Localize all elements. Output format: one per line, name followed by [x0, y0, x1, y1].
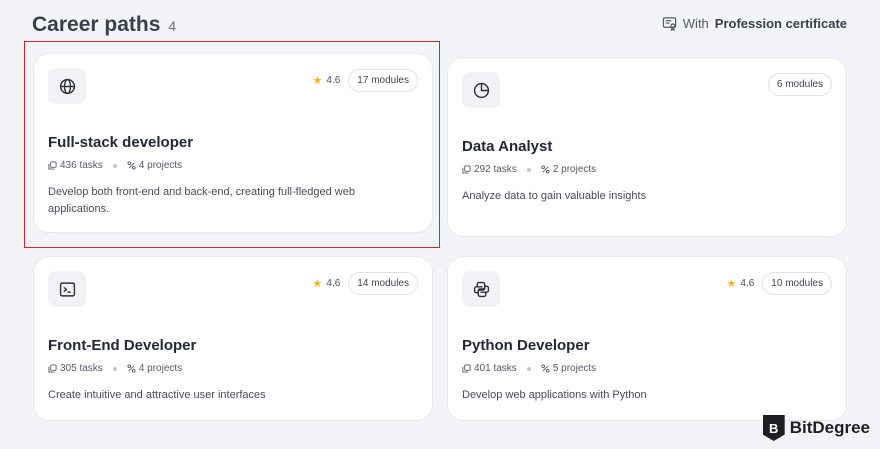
card-description: Analyze data to gain valuable insights — [462, 190, 647, 202]
star-icon: ★ — [726, 278, 737, 290]
projects-icon — [127, 364, 136, 373]
rating-value: 4.6 — [740, 278, 755, 289]
card-stats: 401 tasks 5 projects — [462, 363, 596, 374]
tasks-stat: 292 tasks — [462, 164, 517, 175]
career-card-python[interactable]: ★ 4.6 10 modules Python Developer 401 ta… — [447, 256, 847, 421]
projects-count: 2 projects — [552, 164, 597, 175]
rating-value: 4.6 — [326, 278, 341, 289]
profession-certificate-filter[interactable]: With Profession certificate — [662, 16, 847, 32]
career-card-full-stack[interactable]: ★ 4.6 17 modules Full-stack developer 43… — [33, 53, 433, 233]
card-meta: ★ 4.6 10 modules — [727, 272, 832, 295]
paths-count: 4 — [168, 18, 177, 34]
modules-badge: 6 modules — [767, 73, 832, 96]
separator-dot — [112, 163, 117, 168]
card-title: Full-stack developer — [48, 134, 194, 151]
card-description: Develop web applications with Python — [462, 389, 647, 401]
card-stats: 292 tasks 2 projects — [462, 164, 596, 175]
projects-count: 5 projects — [552, 363, 597, 374]
certificate-icon — [662, 16, 677, 32]
filter-label: Profession certificate — [714, 16, 847, 31]
tasks-icon — [48, 364, 57, 373]
rating: ★ 4.6 — [313, 74, 341, 87]
globe-icon — [48, 68, 86, 104]
tasks-icon — [48, 161, 57, 170]
tasks-stat: 436 tasks — [48, 160, 103, 171]
separator-dot — [526, 167, 531, 172]
card-stats: 436 tasks 4 projects — [48, 160, 182, 171]
projects-stat: 5 projects — [541, 363, 596, 374]
tasks-stat: 305 tasks — [48, 363, 103, 374]
projects-count: 4 projects — [138, 160, 183, 171]
star-icon: ★ — [312, 75, 323, 87]
card-description: Create intuitive and attractive user int… — [48, 389, 266, 401]
projects-icon — [541, 165, 550, 174]
card-divider — [50, 232, 416, 233]
star-icon: ★ — [312, 278, 323, 290]
rating: ★ 4.6 — [313, 277, 341, 290]
projects-stat: 4 projects — [127, 363, 182, 374]
tasks-count: 292 tasks — [474, 164, 517, 175]
card-meta: 6 modules — [767, 73, 832, 96]
python-icon — [462, 271, 500, 307]
modules-badge: 10 modules — [762, 272, 832, 295]
career-card-data-analyst[interactable]: 6 modules Data Analyst 292 tasks 2 proje… — [447, 57, 847, 237]
terminal-icon — [48, 271, 86, 307]
card-meta: ★ 4.6 17 modules — [313, 69, 418, 92]
pie-chart-icon — [462, 72, 500, 108]
modules-badge: 17 modules — [348, 69, 418, 92]
card-description: Develop both front-end and back-end, cre… — [48, 186, 355, 215]
tasks-stat: 401 tasks — [462, 363, 517, 374]
card-stats: 305 tasks 4 projects — [48, 363, 182, 374]
filter-prefix: With — [682, 16, 709, 31]
bitdegree-logo: B — [762, 415, 785, 441]
projects-stat: 2 projects — [541, 164, 596, 175]
brand-name: BitDegree — [789, 418, 870, 437]
projects-icon — [127, 161, 136, 170]
separator-dot — [112, 366, 117, 371]
page-title-text: Career paths — [32, 13, 161, 36]
card-title: Front-End Developer — [48, 337, 197, 354]
projects-icon — [541, 364, 550, 373]
tasks-icon — [462, 165, 471, 174]
rating: ★ 4.6 — [727, 277, 755, 290]
rating-value: 4.6 — [326, 75, 341, 86]
bitdegree-watermark: B BitDegree — [762, 415, 870, 441]
separator-dot — [526, 366, 531, 371]
tasks-count: 305 tasks — [60, 363, 103, 374]
card-meta: ★ 4.6 14 modules — [313, 272, 418, 295]
page-title: Career paths 4 — [32, 13, 176, 37]
projects-stat: 4 projects — [127, 160, 182, 171]
tasks-count: 436 tasks — [60, 160, 103, 171]
career-card-front-end[interactable]: ★ 4.6 14 modules Front-End Developer 305… — [33, 256, 433, 421]
card-title: Data Analyst — [462, 138, 553, 155]
tasks-icon — [462, 364, 471, 373]
tasks-count: 401 tasks — [474, 363, 517, 374]
projects-count: 4 projects — [138, 363, 183, 374]
card-divider — [464, 236, 830, 237]
card-title: Python Developer — [462, 337, 590, 354]
modules-badge: 14 modules — [348, 272, 418, 295]
